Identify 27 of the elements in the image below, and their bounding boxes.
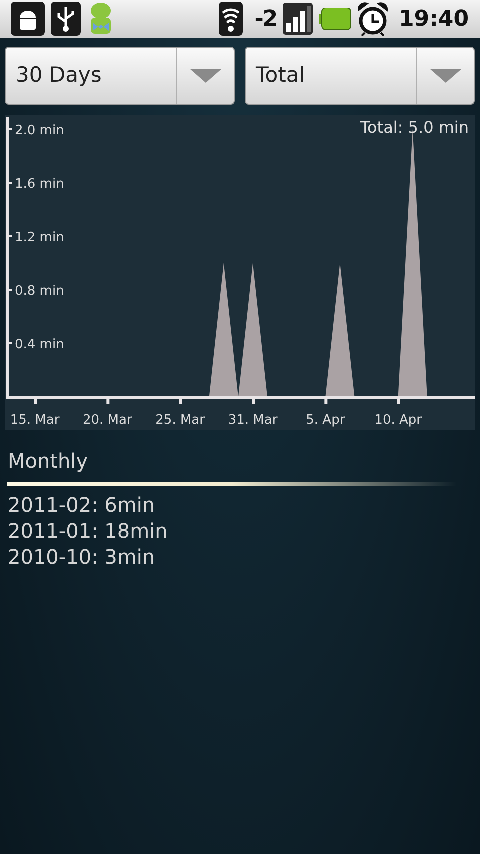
dropdown-arrow-icon bbox=[190, 69, 222, 83]
alarm-clock-icon bbox=[356, 2, 389, 36]
y-tick-label: 0.8 min bbox=[15, 284, 64, 299]
battery-icon bbox=[318, 8, 351, 30]
x-tick-label: 5. Apr bbox=[306, 413, 346, 428]
y-tick-label: 1.6 min bbox=[15, 177, 64, 192]
monthly-entry: 2010-10: 3min bbox=[8, 544, 156, 570]
y-tick-label: 2.0 min bbox=[15, 124, 64, 138]
x-tick-label: 20. Mar bbox=[83, 413, 132, 428]
x-tick-label: 25. Mar bbox=[156, 413, 205, 428]
monthly-entry: 2011-02: 6min bbox=[8, 492, 156, 518]
y-tick-label: 0.4 min bbox=[15, 338, 64, 352]
clock-time: 19:40 bbox=[398, 6, 469, 34]
monthly-entry: 2011-01: 18min bbox=[8, 518, 169, 544]
x-tick-label: 31. Mar bbox=[228, 413, 278, 428]
signal-text: -2 bbox=[254, 6, 277, 34]
dropdown-spinner[interactable]: 30 Days bbox=[5, 47, 235, 105]
dropdown-spinner[interactable]: Total bbox=[245, 47, 475, 105]
section-title: Monthly bbox=[8, 448, 90, 475]
y-tick-label: 1.2 min bbox=[15, 230, 64, 246]
total-label: Total: 5.0 min bbox=[360, 118, 469, 137]
usb-icon bbox=[51, 2, 81, 36]
signal-icon bbox=[282, 3, 313, 35]
x-tick-label: 15. Mar bbox=[10, 413, 60, 428]
dropdown-arrow-icon bbox=[430, 69, 462, 83]
wifi-icon bbox=[218, 2, 243, 36]
x-tick-label: 10. Apr bbox=[374, 413, 422, 428]
